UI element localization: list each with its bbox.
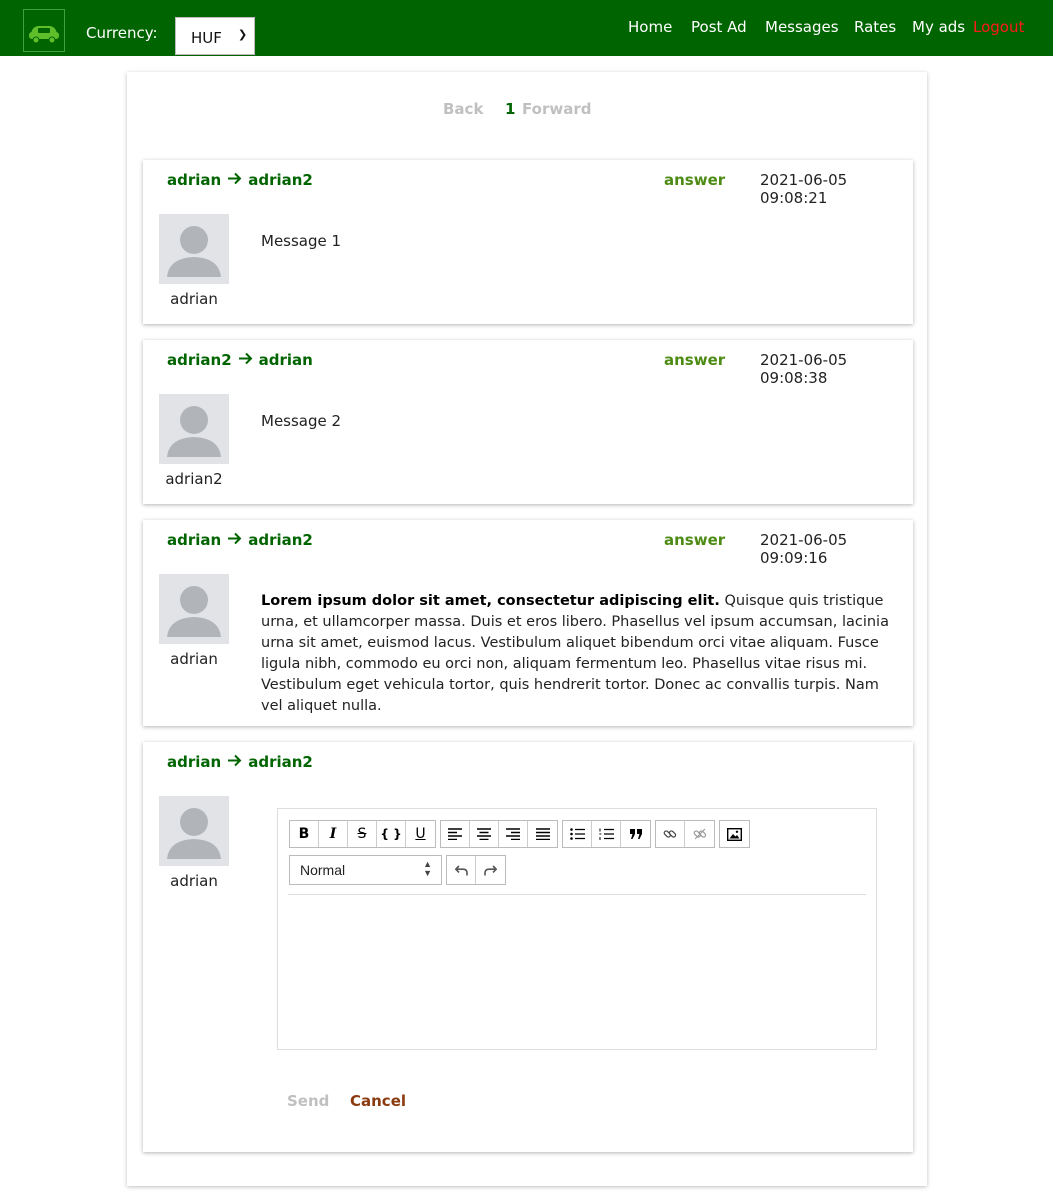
chevron-down-icon: ❯ xyxy=(238,28,248,41)
message-card: adrian adrian2 answer 2021-06-05 09:08:21… xyxy=(143,160,913,324)
recipient-name[interactable]: adrian2 xyxy=(248,171,313,189)
arrow-right-icon xyxy=(227,171,242,189)
toolbar-list-group xyxy=(562,820,651,848)
nav-my-ads-link[interactable]: My ads xyxy=(912,18,965,36)
send-button[interactable]: Send xyxy=(287,1092,329,1110)
answer-button[interactable]: answer xyxy=(664,531,725,549)
align-right-icon[interactable] xyxy=(499,821,528,847)
nav-messages-link[interactable]: Messages xyxy=(765,18,839,36)
select-arrows-icon: ▲ ▼ xyxy=(423,859,432,878)
blockquote-icon[interactable] xyxy=(621,821,650,847)
pager-forward-button[interactable]: Forward xyxy=(522,100,591,118)
message-route: adrian2 adrian xyxy=(167,351,313,369)
toolbar-history-group xyxy=(446,855,506,885)
arrow-right-icon xyxy=(227,753,242,771)
bold-button[interactable]: B xyxy=(290,821,319,847)
user-avatar-icon xyxy=(167,406,221,457)
avatar xyxy=(159,394,229,464)
redo-icon[interactable] xyxy=(476,856,505,884)
car-logo-icon[interactable] xyxy=(23,9,65,52)
currency-value: HUF xyxy=(191,29,222,47)
message-route: adrian adrian2 xyxy=(167,531,313,549)
sender-name[interactable]: adrian xyxy=(167,531,221,549)
message-body-bold: Lorem ipsum dolor sit amet, consectetur … xyxy=(261,593,720,609)
italic-button[interactable]: I xyxy=(319,821,348,847)
sender-name[interactable]: adrian xyxy=(167,753,221,771)
toolbar-image-group xyxy=(719,820,750,848)
sender-name[interactable]: adrian xyxy=(167,171,221,189)
rich-text-editor: B I S { } U Normal ▲ ▼ xyxy=(277,808,877,1050)
avatar xyxy=(159,796,229,866)
answer-button[interactable]: answer xyxy=(664,351,725,369)
toolbar-link-group xyxy=(655,820,715,848)
message-timestamp: 2021-06-05 09:08:21 xyxy=(760,171,848,207)
cancel-button[interactable]: Cancel xyxy=(350,1092,406,1110)
editor-text-area[interactable] xyxy=(288,899,866,1039)
messages-container: Back 1 Forward adrian adrian2 answer 2021… xyxy=(127,72,927,1186)
sender-name[interactable]: adrian2 xyxy=(167,351,232,369)
avatar-name: adrian xyxy=(170,650,218,668)
reply-card: adrian adrian2 adrian B I S { } U Normal… xyxy=(143,742,913,1152)
message-card: adrian adrian2 answer 2021-06-05 09:09:16… xyxy=(143,520,913,726)
message-route: adrian adrian2 xyxy=(167,171,313,189)
block-format-select[interactable]: Normal ▲ ▼ xyxy=(289,855,442,885)
nav-rates-link[interactable]: Rates xyxy=(854,18,896,36)
message-card: adrian2 adrian answer 2021-06-05 09:08:38… xyxy=(143,340,913,504)
avatar-name: adrian2 xyxy=(165,470,223,488)
recipient-name[interactable]: adrian2 xyxy=(248,531,313,549)
arrow-right-icon xyxy=(238,351,253,369)
message-body: Lorem ipsum dolor sit amet, consectetur … xyxy=(261,591,901,717)
align-center-icon[interactable] xyxy=(470,821,499,847)
nav-home-link[interactable]: Home xyxy=(628,18,672,36)
currency-label: Currency: xyxy=(86,24,158,42)
message-timestamp: 2021-06-05 09:08:38 xyxy=(760,351,848,387)
align-justify-icon[interactable] xyxy=(528,821,557,847)
message-body: Message 2 xyxy=(261,412,342,430)
nav-logout-link[interactable]: Logout xyxy=(973,18,1024,36)
unlink-icon[interactable] xyxy=(685,821,714,847)
arrow-right-icon xyxy=(227,531,242,549)
avatar-name: adrian xyxy=(170,872,218,890)
top-navbar: Currency: HUF ❯ Home Post Ad Messages Ra… xyxy=(0,0,1053,56)
message-timestamp: 2021-06-05 09:09:16 xyxy=(760,531,848,567)
numbered-list-icon[interactable] xyxy=(592,821,621,847)
reply-route: adrian adrian2 xyxy=(167,753,313,771)
message-body: Message 1 xyxy=(261,232,342,250)
bullet-list-icon[interactable] xyxy=(563,821,592,847)
answer-button[interactable]: answer xyxy=(664,171,725,189)
avatar-name: adrian xyxy=(170,290,218,308)
user-avatar-icon xyxy=(167,226,221,277)
link-icon[interactable] xyxy=(656,821,685,847)
avatar xyxy=(159,574,229,644)
user-avatar-icon xyxy=(167,586,221,637)
recipient-name[interactable]: adrian2 xyxy=(248,753,313,771)
pager-current-page[interactable]: 1 xyxy=(505,100,515,118)
message-body-text: Quisque quis tristique urna, et ullamcor… xyxy=(261,593,889,714)
user-avatar-icon xyxy=(167,808,221,859)
toolbar-align-group xyxy=(440,820,558,848)
underline-button[interactable]: U xyxy=(406,821,435,847)
image-icon[interactable] xyxy=(720,821,749,847)
pager-back-button[interactable]: Back xyxy=(443,100,483,118)
toolbar-divider xyxy=(288,894,866,895)
strikethrough-button[interactable]: S xyxy=(348,821,377,847)
align-left-icon[interactable] xyxy=(441,821,470,847)
toolbar-inline-group: B I S { } U xyxy=(289,820,436,848)
undo-icon[interactable] xyxy=(447,856,476,884)
nav-post-ad-link[interactable]: Post Ad xyxy=(691,18,747,36)
currency-select[interactable]: HUF ❯ xyxy=(175,17,255,55)
code-button[interactable]: { } xyxy=(377,821,406,847)
recipient-name[interactable]: adrian xyxy=(259,351,313,369)
block-format-value: Normal xyxy=(300,862,346,878)
avatar xyxy=(159,214,229,284)
